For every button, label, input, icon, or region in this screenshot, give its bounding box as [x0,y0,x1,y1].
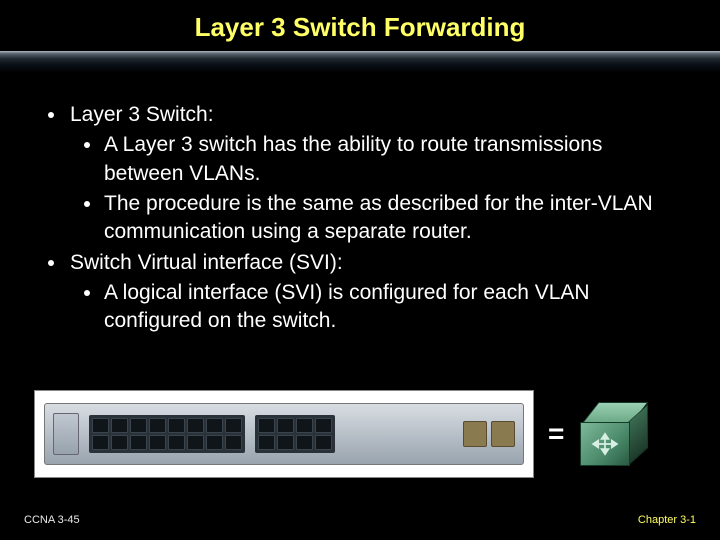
equals-sign: = [548,418,564,450]
list-item: A Layer 3 switch has the ability to rout… [84,131,680,188]
list-item: Switch Virtual interface (SVI): [48,249,680,277]
routing-arrows-icon [588,430,622,458]
switch-chassis [44,403,524,465]
list-item: A logical interface (SVI) is configured … [84,279,680,336]
list-item: Layer 3 Switch: [48,101,680,129]
footer-right: Chapter 3-1 [638,514,696,526]
diagram: = [34,388,686,480]
title-divider [0,51,720,73]
bullet-icon [48,260,54,266]
switch-system-module [53,413,79,455]
bullet-icon [48,112,54,118]
bullet-icon [84,142,90,148]
switch-image-frame [34,390,534,478]
footer-left: CCNA 3-45 [24,514,80,526]
bullet-text: The procedure is the same as described f… [104,190,680,247]
router-icon [578,400,646,468]
bullet-icon [84,201,90,207]
uplink-ports [463,421,515,447]
bullet-icon [84,290,90,296]
bullet-text: Switch Virtual interface (SVI): [70,249,343,277]
bullet-level2: A Layer 3 switch has the ability to rout… [84,131,680,246]
slide-title: Layer 3 Switch Forwarding [0,0,720,51]
bullet-text: Layer 3 Switch: [70,101,214,129]
port-group-1 [89,415,245,453]
bullet-text: A Layer 3 switch has the ability to rout… [104,131,680,188]
bullet-level2: A logical interface (SVI) is configured … [84,279,680,336]
list-item: The procedure is the same as described f… [84,190,680,247]
port-group-2 [255,415,335,453]
content-area: Layer 3 Switch: A Layer 3 switch has the… [0,73,720,336]
slide: Layer 3 Switch Forwarding Layer 3 Switch… [0,0,720,540]
bullet-text: A logical interface (SVI) is configured … [104,279,680,336]
bullet-level1: Layer 3 Switch: A Layer 3 switch has the… [48,101,680,336]
